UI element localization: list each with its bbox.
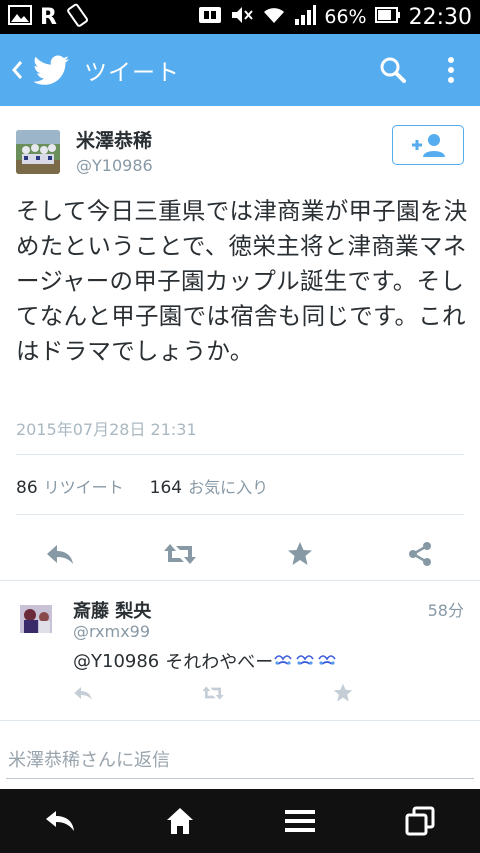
reply-icon (47, 545, 73, 564)
reply-body: それわやべー (165, 652, 274, 673)
share-icon (409, 542, 431, 566)
favorite-label[interactable]: お気に入り (188, 474, 268, 498)
home-icon (167, 808, 193, 834)
favorite-button[interactable] (333, 683, 353, 707)
reply-composer (0, 720, 480, 788)
r-indicator: R (40, 4, 57, 30)
page-title: ツイート (84, 60, 180, 86)
more-vertical-icon (448, 57, 454, 83)
retweet-icon (164, 544, 196, 564)
add-user-icon (412, 134, 445, 157)
tweet-actions (0, 524, 480, 584)
reply-tweet[interactable]: 斎藤 梨央 58分 @rxmx99 @Y10986 それわやべー (0, 580, 480, 720)
mention-link[interactable]: @Y10986 (73, 651, 159, 672)
back-icon (46, 811, 74, 831)
avatar[interactable] (16, 130, 60, 174)
avatar[interactable] (20, 605, 52, 633)
crying-face-emoji-icon (273, 650, 339, 673)
search-button[interactable] (364, 34, 422, 106)
nav-recents-button[interactable] (390, 791, 450, 851)
author-handle[interactable]: @Y10986 (76, 156, 153, 175)
battery-percent: 66% (324, 6, 367, 28)
reply-text: @Y10986 それわやべー (73, 648, 339, 674)
star-icon (288, 542, 312, 565)
overflow-menu-button[interactable] (422, 34, 480, 106)
nav-home-button[interactable] (150, 791, 210, 851)
reply-icon (74, 687, 92, 700)
menu-icon (285, 810, 315, 832)
tweet-author-row: 米澤恭稀 @Y10986 (0, 106, 480, 194)
reply-button[interactable] (0, 524, 120, 584)
system-navigation-bar (0, 789, 480, 853)
app-bar: ツイート (0, 34, 480, 106)
retweet-icon (202, 686, 224, 700)
divider (16, 454, 464, 455)
star-icon (333, 683, 353, 702)
nav-menu-button[interactable] (270, 791, 330, 851)
favorite-count[interactable]: 164 (150, 478, 182, 498)
chevron-left-icon (12, 61, 23, 79)
retweet-button[interactable] (201, 685, 225, 705)
reply-input[interactable] (6, 743, 474, 779)
retweet-button[interactable] (120, 524, 240, 584)
back-button[interactable] (0, 34, 34, 106)
battery-icon (374, 6, 401, 28)
signal-icon (294, 4, 317, 30)
author-name[interactable]: 米澤恭稀 (76, 126, 152, 153)
tweet-stats: 86 リツイート 164 お気に入り (16, 474, 268, 498)
reply-timestamp: 58分 (427, 601, 464, 620)
tweet-timestamp: 2015年07月28日 21:31 (16, 420, 197, 439)
clock: 22:30 (408, 4, 472, 30)
reply-actions (73, 681, 353, 709)
share-button[interactable] (360, 524, 480, 584)
status-bar: R 66% 22:30 (0, 0, 480, 34)
divider (16, 514, 464, 515)
rotate-icon (65, 2, 91, 32)
search-icon (380, 57, 406, 83)
nav-back-button[interactable] (30, 791, 90, 851)
retweet-count[interactable]: 86 (16, 478, 38, 498)
recent-apps-icon (405, 806, 435, 836)
follow-button[interactable] (392, 125, 464, 165)
retweet-label[interactable]: リツイート (44, 474, 124, 498)
reply-author-handle[interactable]: @rxmx99 (73, 622, 150, 641)
reply-button[interactable] (73, 685, 93, 705)
tweet-detail: 米澤恭稀 @Y10986 そして今日三重県では津商業が甲子園を決めたということで… (0, 106, 480, 566)
gallery-icon (8, 4, 32, 30)
wifi-icon (262, 5, 286, 30)
favorite-button[interactable] (240, 524, 360, 584)
nfc-icon (198, 6, 222, 29)
reply-author-name[interactable]: 斎藤 梨央 (73, 597, 151, 623)
tweet-text: そして今日三重県では津商業が甲子園を決めたということで、徳栄主将と津商業マネージ… (16, 197, 468, 365)
twitter-logo-icon[interactable] (34, 34, 74, 106)
mute-icon (230, 5, 254, 30)
